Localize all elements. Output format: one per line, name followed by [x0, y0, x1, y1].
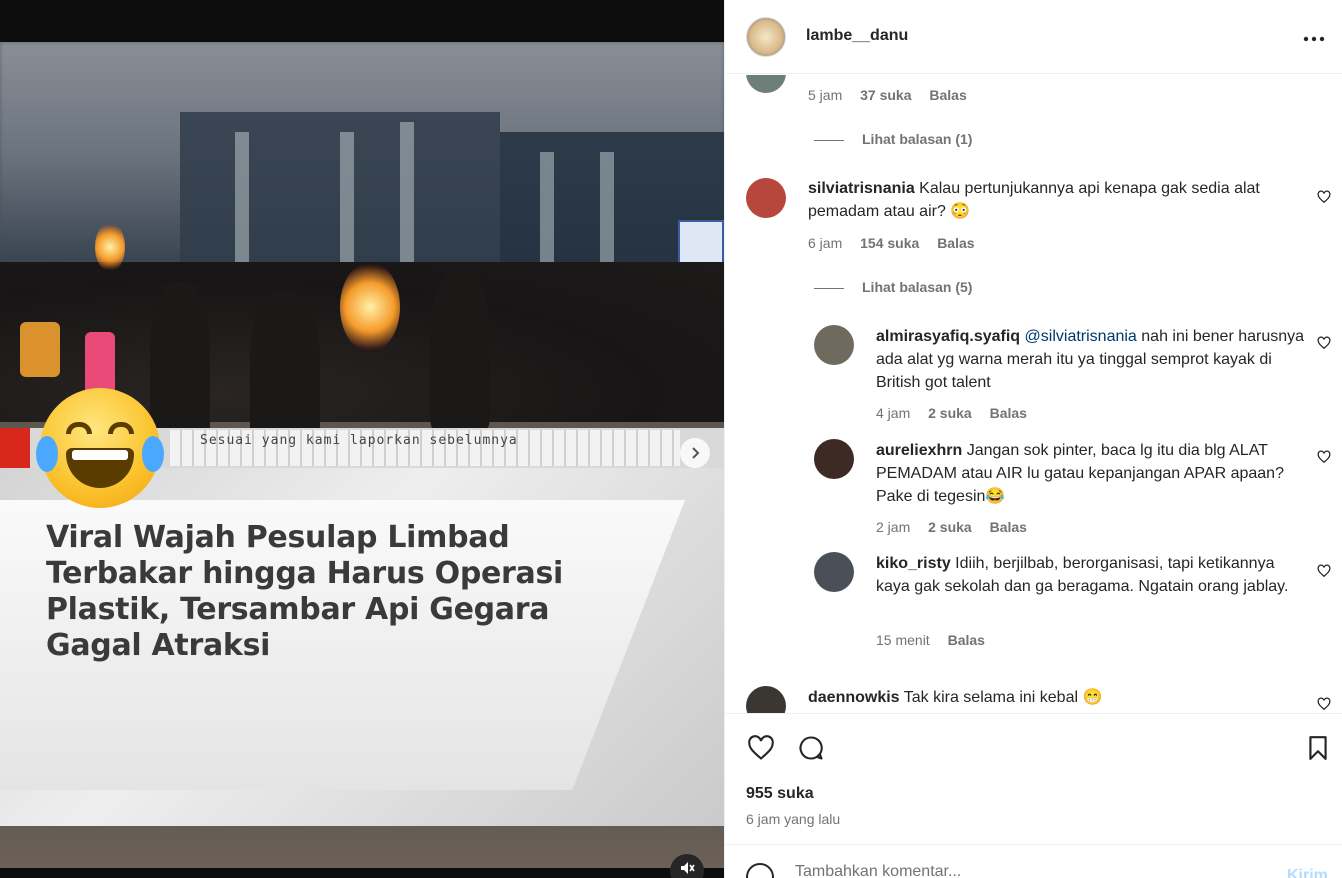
view-replies-button[interactable]: Lihat balasan (5): [814, 279, 972, 295]
comment-username[interactable]: silviatrisnania: [808, 180, 915, 197]
speaker-muted-icon: [681, 862, 695, 874]
comment-username[interactable]: almirasyafiq.syafiq: [876, 328, 1020, 345]
comment-username[interactable]: daennowkis: [808, 689, 900, 706]
reply-button[interactable]: Balas: [937, 235, 974, 251]
comment-meta: 6 jam 154 suka Balas: [808, 235, 989, 251]
like-comment-heart-icon[interactable]: [1317, 450, 1331, 464]
laughing-emoji-icon: [36, 388, 164, 508]
reply-body: kiko_risty Idiih, berjilbab, berorganisa…: [876, 552, 1306, 598]
comment-likes[interactable]: 154 suka: [860, 235, 919, 251]
reply-button[interactable]: Balas: [948, 632, 985, 648]
avatar[interactable]: [814, 552, 854, 592]
scene-pillar: [540, 152, 554, 262]
comment-likes[interactable]: 37 suka: [860, 87, 911, 103]
comment-meta: 15 menit Balas: [876, 632, 999, 648]
comment-body: silviatrisnania Kalau pertunjukannya api…: [808, 177, 1298, 223]
comment-likes[interactable]: 2 suka: [928, 519, 972, 535]
avatar[interactable]: [814, 439, 854, 479]
more-horizontal-icon: [1303, 36, 1325, 42]
comment-time: 2 jam: [876, 519, 911, 535]
avatar[interactable]: [746, 75, 786, 93]
scene-performer: [20, 322, 60, 377]
scene-pillar: [400, 122, 414, 272]
comment-time: 4 jam: [876, 405, 911, 421]
instagram-post-modal: Sesuai yang kami laporkan sebelumnya Vir…: [0, 0, 1342, 878]
reply-body: almirasyafiq.syafiq @silviatrisnania nah…: [876, 325, 1306, 394]
post-likes-count[interactable]: 955 suka: [746, 785, 814, 803]
scene-fire: [95, 222, 125, 272]
like-comment-heart-icon[interactable]: [1317, 336, 1331, 350]
post-header: lambe__danu: [725, 0, 1342, 74]
comment-time: 5 jam: [808, 87, 843, 103]
add-comment-input[interactable]: [795, 863, 1275, 878]
like-comment-heart-icon[interactable]: [1317, 697, 1331, 711]
scene-fire: [340, 262, 400, 352]
avatar[interactable]: [814, 325, 854, 365]
reply-body: aureliexhrn Jangan sok pinter, baca lg i…: [876, 439, 1306, 508]
avatar[interactable]: [746, 686, 786, 713]
chevron-right-icon: [692, 447, 700, 459]
author-avatar[interactable]: [746, 17, 786, 57]
reply-button[interactable]: Balas: [990, 405, 1027, 421]
like-comment-heart-icon[interactable]: [1317, 564, 1331, 578]
like-heart-icon[interactable]: [746, 734, 776, 762]
reply-button[interactable]: Balas: [929, 87, 966, 103]
comment-meta: 4 jam 2 suka Balas: [876, 405, 1041, 421]
bookmark-icon[interactable]: [1305, 734, 1331, 762]
post-timestamp[interactable]: 6 jam yang lalu: [746, 811, 840, 827]
author-username[interactable]: lambe__danu: [806, 27, 908, 45]
scene-sign: [678, 220, 724, 266]
comment-username[interactable]: kiko_risty: [876, 555, 951, 572]
comment-time: 15 menit: [876, 632, 930, 648]
reply-button[interactable]: Balas: [990, 519, 1027, 535]
comment-bubble-icon[interactable]: [796, 734, 826, 762]
ticker-text: Sesuai yang kami laporkan sebelumnya: [200, 433, 518, 448]
scene-pillar: [600, 152, 614, 262]
comment-meta: 2 jam 2 suka Balas: [876, 519, 1041, 535]
emoji-picker-smile-icon[interactable]: [746, 863, 774, 878]
scene-pillar: [340, 132, 354, 272]
post-media: Sesuai yang kami laporkan sebelumnya Vir…: [0, 0, 724, 878]
comment-time: 6 jam: [808, 235, 843, 251]
scene-pillar: [235, 132, 249, 272]
view-replies-button[interactable]: Lihat balasan (1): [814, 131, 972, 147]
post-actions: 955 suka 6 jam yang lalu Kirim: [725, 713, 1342, 878]
like-comment-heart-icon[interactable]: [1317, 190, 1331, 204]
next-slide-button[interactable]: [680, 438, 710, 468]
mention-link[interactable]: @silviatrisnania: [1025, 328, 1137, 345]
post-comment-button[interactable]: Kirim: [1287, 867, 1328, 878]
comments-list[interactable]: 5 jam 37 suka Balas Lihat balasan (1) si…: [725, 75, 1342, 713]
comment-body: daennowkis Tak kira selama ini kebal 😁: [808, 686, 1298, 709]
post-sidebar: lambe__danu 5 jam 37 suka Balas Lihat ba…: [724, 0, 1342, 878]
video-headline: Viral Wajah Pesulap Limbad Terbakar hing…: [46, 520, 564, 663]
comment-likes[interactable]: 2 suka: [928, 405, 972, 421]
comment-username[interactable]: aureliexhrn: [876, 442, 962, 459]
more-options-button[interactable]: [1303, 22, 1325, 48]
comment-meta: 5 jam 37 suka Balas: [808, 87, 981, 103]
avatar[interactable]: [746, 178, 786, 218]
scene-person: [430, 272, 490, 432]
comment-text: Tak kira selama ini kebal 😁: [903, 689, 1103, 706]
add-comment-bar: Kirim: [725, 844, 1342, 878]
